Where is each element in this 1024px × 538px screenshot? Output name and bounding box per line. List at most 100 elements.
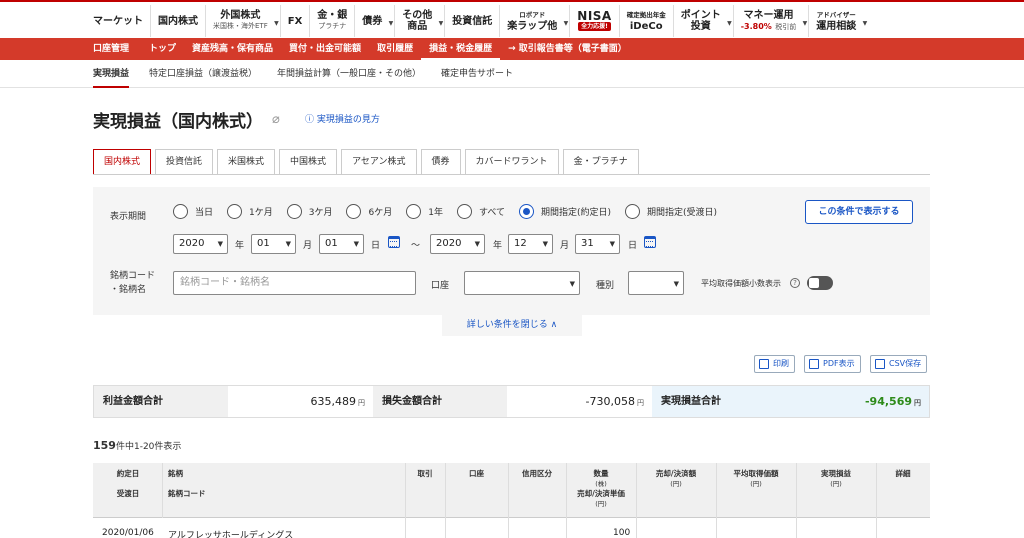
caret-down-icon: ▼	[569, 280, 575, 288]
calendar-icon[interactable]	[388, 236, 400, 248]
gnav-domestic-stock[interactable]: 国内株式	[150, 5, 205, 37]
row-stock-name[interactable]: アルフレッサホールディングス	[168, 528, 293, 538]
question-icon[interactable]: ?	[790, 278, 800, 288]
yen-unit: 円	[358, 399, 365, 407]
account-nav-buying-power[interactable]: 買付・出金可能額	[281, 38, 369, 60]
radio-1month[interactable]: 1ケ月	[227, 204, 273, 219]
row-divider	[508, 518, 509, 538]
tab-bonds[interactable]: 債券	[420, 149, 461, 175]
gnav-market[interactable]: マーケット	[93, 5, 150, 37]
gnav-sublabel: 税引前	[775, 22, 797, 31]
radio-today[interactable]: 当日	[173, 204, 213, 219]
tab-funds[interactable]: 投資信託	[155, 149, 214, 175]
paperclip-icon[interactable]: ⌀	[272, 112, 280, 127]
loss-total-value: -730,058 円	[507, 386, 652, 417]
caret-down-icon: ▼	[609, 240, 615, 248]
pdf-label: PDF表示	[823, 359, 855, 368]
gnav-fx[interactable]: FX	[279, 5, 310, 37]
from-year-select[interactable]: 2020 ▼	[173, 234, 228, 254]
gnav-advisor[interactable]: アドバイザー 運用相談 ▼	[808, 5, 868, 37]
nisa-logo: NISA	[577, 9, 612, 23]
to-year-select[interactable]: 2020 ▼	[430, 234, 485, 254]
gnav-others[interactable]: その他 商品 ▼	[394, 5, 444, 37]
sub-nav-specific-account[interactable]: 特定口座損益（譲渡益税）	[149, 60, 257, 88]
from-day-select[interactable]: 01 ▼	[319, 234, 364, 254]
caret-down-icon: ▼	[274, 20, 279, 27]
gnav-ideco[interactable]: 確定拠出年金 iDeCo	[618, 5, 673, 37]
howto-label: 実現損益の見方	[316, 115, 380, 125]
account-nav: 口座管理 トップ 資産残高・保有商品 買付・出金可能額 取引履歴 損益・税金履歴…	[0, 38, 1024, 60]
from-month-select[interactable]: 01 ▼	[251, 234, 296, 254]
question-circle-icon: ⓘ	[305, 115, 315, 125]
gnav-robo[interactable]: ロボアド 楽ラップ他 ▼	[499, 5, 569, 37]
account-nav-home[interactable]: 口座管理	[93, 38, 141, 60]
gnav-funds[interactable]: 投資信託	[444, 5, 499, 37]
collapse-conditions-link[interactable]: 詳しい条件を閉じる ∧	[442, 314, 582, 336]
nisa-badge: 全力応援!	[578, 22, 611, 31]
gnav-nisa[interactable]: NISA 全力応援!	[569, 5, 618, 37]
pdf-button[interactable]: PDF表示	[804, 355, 861, 373]
unit-label: (円)	[830, 480, 842, 488]
decimal-label: 平均取得価額小数表示	[701, 279, 781, 288]
caret-down-icon: ▼	[563, 20, 569, 27]
page-title: 実現損益（国内株式）	[93, 112, 263, 132]
select-value: 12	[514, 238, 527, 249]
market-tabs: 国内株式 投資信託 米国株式 中国株式 アセアン株式 債券 カバードワラント 金…	[93, 149, 643, 175]
col-name: 銘柄 銘柄コード	[168, 469, 206, 499]
apply-filter-button[interactable]: この条件で表示する	[805, 200, 913, 224]
gnav-point[interactable]: ポイント 投資 ▼	[672, 5, 733, 37]
top-accent-line	[0, 0, 1024, 2]
radio-1year[interactable]: 1年	[406, 204, 443, 219]
gnav-foreign-stock[interactable]: 外国株式 米国株・海外ETF ▼	[205, 5, 280, 37]
radio-custom-settle-date[interactable]: 期間指定(受渡日)	[625, 204, 717, 219]
unit-day: 日	[628, 241, 638, 251]
sub-nav-annual[interactable]: 年間損益計算（一般口座・その他）	[277, 60, 421, 88]
calendar-icon[interactable]	[644, 236, 656, 248]
account-nav-pl-tax[interactable]: 損益・税金履歴	[421, 38, 501, 60]
howto-link[interactable]: ⓘ 実現損益の見方	[305, 112, 380, 125]
csv-button[interactable]: CSV保存	[870, 355, 928, 373]
account-label: 口座	[431, 281, 450, 291]
profit-total-label: 利益金額合計	[94, 386, 228, 417]
account-select[interactable]: ▼	[464, 271, 580, 295]
caret-down-icon: ▼	[438, 20, 444, 27]
sub-nav-tax-return[interactable]: 確定申告サポート	[441, 60, 513, 88]
print-button[interactable]: 印刷	[754, 355, 795, 373]
account-nav-top[interactable]: トップ	[141, 38, 184, 60]
row-divider	[405, 518, 406, 538]
code-label-line1: 銘柄コード	[110, 271, 156, 281]
gnav-label: ポイント	[680, 10, 721, 21]
caret-down-icon: ▼	[353, 240, 359, 248]
type-select[interactable]: ▼	[628, 271, 684, 295]
gnav-gold[interactable]: 金・銀 プラチナ	[309, 5, 354, 37]
tab-domestic-stock[interactable]: 国内株式	[93, 149, 152, 175]
account-nav-reports[interactable]: → 取引報告書等（電子書面）	[500, 38, 635, 60]
code-search-input[interactable]: 銘柄コード・銘柄名	[173, 271, 416, 295]
radio-3month[interactable]: 3ケ月	[286, 204, 332, 219]
account-nav-assets[interactable]: 資産残高・保有商品	[184, 38, 281, 60]
tab-china-stock[interactable]: 中国株式	[279, 149, 338, 175]
radio-all[interactable]: すべて	[456, 204, 505, 219]
radio-6month[interactable]: 6ケ月	[346, 204, 392, 219]
tab-gold-platinum[interactable]: 金・プラチナ	[562, 149, 639, 175]
tab-covered-warrant[interactable]: カバードワラント	[464, 149, 559, 175]
radio-circle-selected	[518, 204, 534, 219]
radio-custom-trade-date[interactable]: 期間指定(約定日)	[518, 204, 611, 219]
tab-asean-stock[interactable]: アセアン株式	[341, 149, 417, 175]
gnav-bonds[interactable]: 債券 ▼	[354, 5, 394, 37]
sub-nav-realized[interactable]: 実現損益	[93, 60, 130, 88]
gnav-sublabel: プラチナ	[318, 22, 347, 30]
gnav-money[interactable]: マネー運用 -3.80% 税引前 ▼	[732, 5, 809, 37]
col-amount-label: 売却/決済額	[655, 469, 697, 478]
account-nav-history[interactable]: 取引履歴	[369, 38, 421, 60]
net-total-value: -94,569 円	[786, 386, 929, 417]
radio-label: 1ケ月	[249, 208, 273, 218]
decimal-toggle[interactable]	[807, 276, 833, 290]
tab-us-stock[interactable]: 米国株式	[217, 149, 276, 175]
to-month-select[interactable]: 12 ▼	[508, 234, 553, 254]
col-date-trade: 約定日	[116, 469, 140, 478]
to-day-select[interactable]: 31 ▼	[575, 234, 620, 254]
row-quantity: 100	[613, 528, 631, 538]
row-divider	[566, 518, 567, 538]
profit-total-value: 635,489 円	[228, 386, 373, 417]
